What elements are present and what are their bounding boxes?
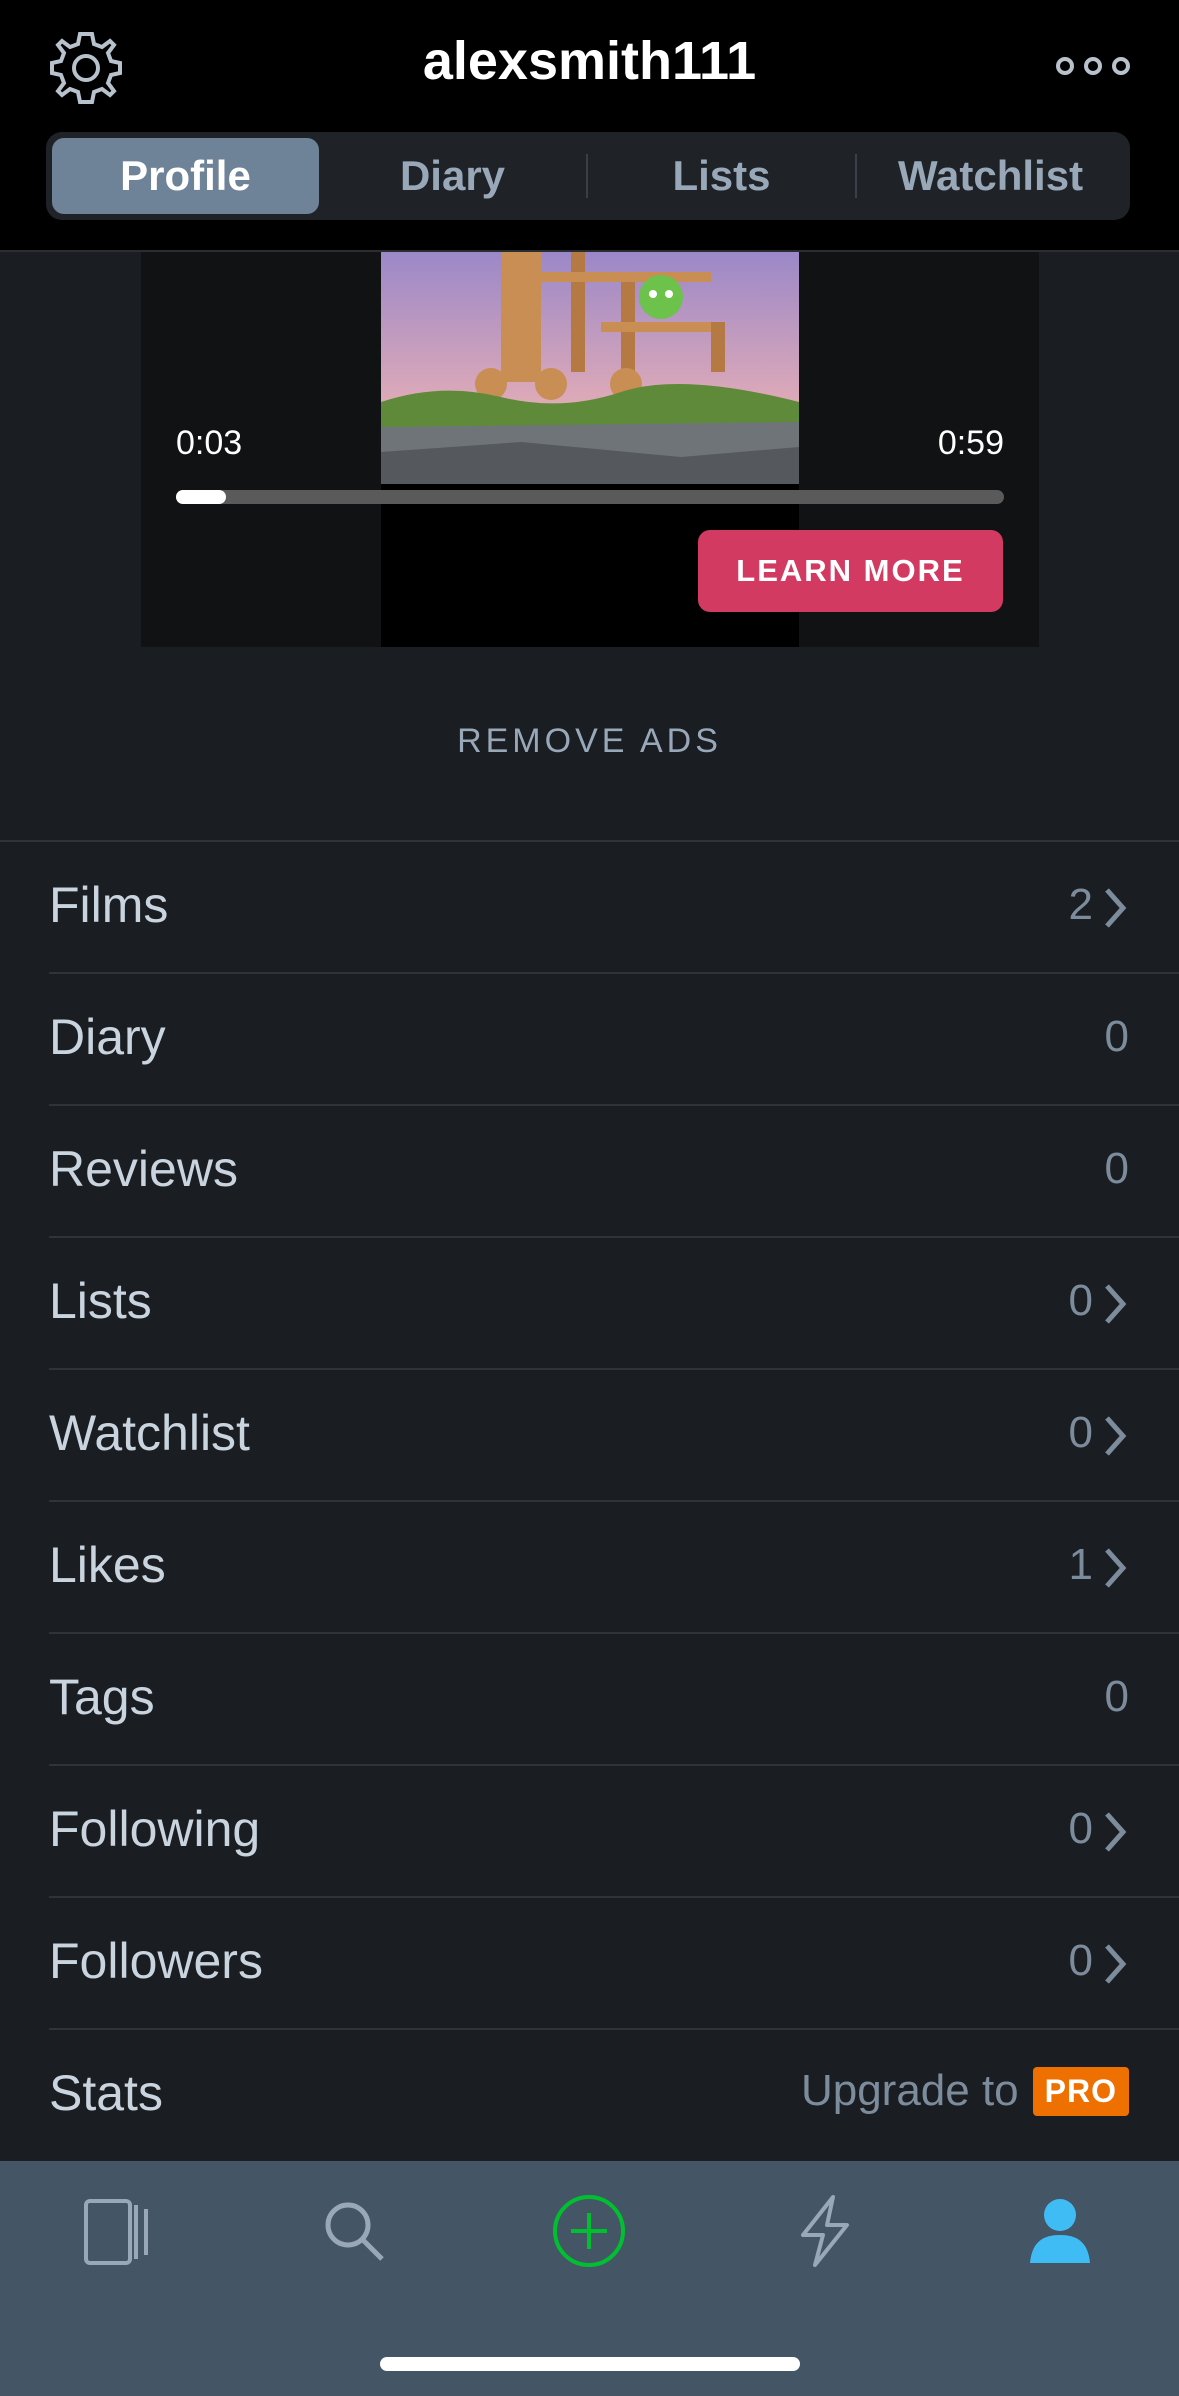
list-item-likes[interactable]: Likes 1	[49, 1502, 1179, 1634]
chevron-right-icon	[1105, 1416, 1127, 1456]
list-item-followers[interactable]: Followers 0	[49, 1898, 1179, 2030]
activity-icon[interactable]	[785, 2191, 865, 2271]
profile-stats-list: Films 2 Diary 0 Reviews 0 Lists 0 Watchl…	[0, 840, 1179, 2162]
chevron-right-icon	[1105, 1812, 1127, 1852]
list-item-reviews[interactable]: Reviews 0	[49, 1106, 1179, 1238]
ad-game-scene-image	[381, 252, 799, 484]
list-item-tags[interactable]: Tags 0	[49, 1634, 1179, 1766]
list-item-following[interactable]: Following 0	[49, 1766, 1179, 1898]
video-ad[interactable]: 0:03 0:59 LEARN MORE	[141, 252, 1039, 647]
row-label: Following	[49, 1801, 261, 1857]
row-count: 0	[1068, 1936, 1093, 1985]
profile-segmented-control: Profile Diary Lists Watchlist	[46, 132, 1130, 220]
ad-duration: 0:59	[937, 424, 1004, 462]
row-count: 0	[1068, 1276, 1093, 1325]
add-icon[interactable]	[549, 2191, 629, 2271]
list-item-stats[interactable]: Stats Upgrade to PRO	[49, 2030, 1179, 2162]
list-item-watchlist[interactable]: Watchlist 0	[49, 1370, 1179, 1502]
tab-lists[interactable]: Lists	[588, 138, 855, 214]
row-count: 1	[1068, 1540, 1093, 1589]
row-label: Stats	[49, 2065, 163, 2121]
row-label: Diary	[49, 1009, 166, 1065]
row-count: 0	[1068, 1408, 1093, 1457]
row-count: 0	[1068, 1804, 1093, 1853]
row-label: Films	[49, 877, 169, 933]
ad-elapsed-time: 0:03	[176, 424, 243, 462]
chevron-right-icon	[1105, 1944, 1127, 1984]
row-label: Tags	[49, 1669, 155, 1725]
chevron-right-icon	[1105, 1284, 1127, 1324]
chevron-right-icon	[1105, 888, 1127, 928]
profile-username: alexsmith111	[422, 31, 757, 91]
search-icon[interactable]	[314, 2191, 394, 2271]
more-dots-icon[interactable]	[1053, 52, 1133, 80]
row-label: Lists	[49, 1273, 152, 1329]
upgrade-text: Upgrade to	[800, 2066, 1019, 2115]
pro-badge: PRO	[1032, 2066, 1129, 2116]
tab-watchlist[interactable]: Watchlist	[857, 138, 1124, 214]
row-label: Likes	[49, 1537, 166, 1593]
upgrade-to-pro[interactable]: Upgrade to PRO	[801, 2066, 1129, 2116]
home-indicator	[380, 2357, 800, 2371]
profile-icon[interactable]	[1020, 2191, 1100, 2271]
row-label: Followers	[49, 1933, 263, 1989]
row-count: 0	[1104, 1012, 1129, 1061]
row-count: 0	[1104, 1672, 1129, 1721]
films-icon[interactable]	[78, 2191, 158, 2271]
remove-ads-link[interactable]: REMOVE ADS	[0, 722, 1179, 761]
list-item-diary[interactable]: Diary 0	[49, 974, 1179, 1106]
chevron-right-icon	[1105, 1548, 1127, 1588]
learn-more-button[interactable]: LEARN MORE	[698, 530, 1003, 612]
row-label: Reviews	[49, 1141, 238, 1197]
list-item-lists[interactable]: Lists 0	[49, 1238, 1179, 1370]
row-count: 2	[1068, 880, 1093, 929]
ad-progress-fill	[176, 490, 226, 504]
tab-profile[interactable]: Profile	[52, 138, 319, 214]
ad-progress-bar[interactable]	[176, 490, 1004, 504]
row-count: 0	[1104, 1144, 1129, 1193]
top-bar: alexsmith111 Profile Diary Lists Watchli…	[0, 0, 1179, 252]
row-label: Watchlist	[49, 1405, 250, 1461]
list-item-films[interactable]: Films 2	[49, 842, 1179, 974]
tab-diary[interactable]: Diary	[319, 138, 586, 214]
